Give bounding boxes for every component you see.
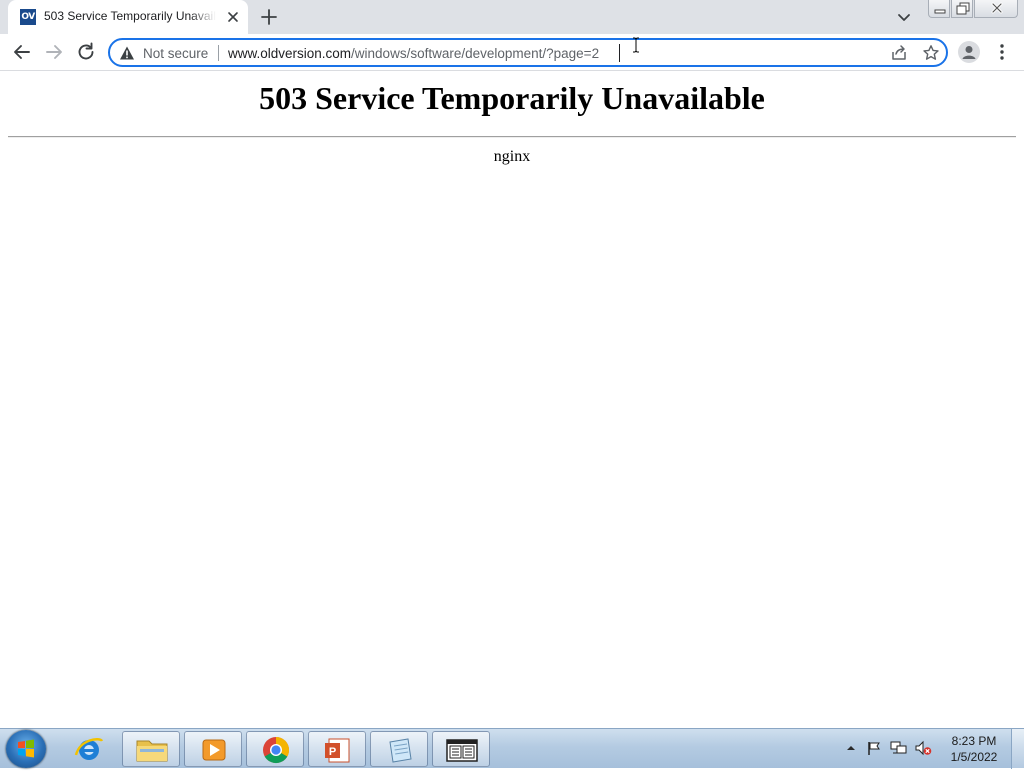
error-heading: 503 Service Temporarily Unavailable xyxy=(259,80,765,116)
action-center-flag-icon[interactable] xyxy=(866,740,882,756)
start-button[interactable] xyxy=(6,730,46,768)
clock-time: 8:23 PM xyxy=(951,734,997,748)
server-signature: nginx xyxy=(493,148,531,165)
show-desktop-button[interactable] xyxy=(1011,729,1024,769)
url-host: www.oldversion.com xyxy=(228,46,352,61)
web-page: 503 Service Temporarily Unavailable ngin… xyxy=(0,72,1024,728)
new-tab-button[interactable] xyxy=(258,6,280,28)
browser-tab-active[interactable]: OV 503 Service Temporarily Unavailable xyxy=(8,0,248,34)
close-window-button[interactable] xyxy=(974,0,1018,18)
windows-taskbar: P 8:23 PM 1/5/2022 xyxy=(0,728,1024,769)
profile-avatar-button[interactable] xyxy=(958,41,980,63)
kebab-menu-icon[interactable] xyxy=(994,41,1010,63)
url-path: /windows/software/development/?page=2 xyxy=(351,46,600,61)
network-icon[interactable] xyxy=(890,740,908,756)
taskbar-remote-desktop[interactable] xyxy=(432,731,490,767)
volume-muted-icon[interactable] xyxy=(914,740,932,756)
media-player-icon xyxy=(202,739,226,761)
close-icon xyxy=(991,2,1003,14)
powerpoint-icon: P xyxy=(325,738,350,763)
notepad-icon xyxy=(389,738,412,763)
browser-toolbar: Not secure www.oldversion.com/windows/so… xyxy=(0,34,1024,71)
tab-search-chevron-icon[interactable] xyxy=(893,7,915,27)
forward-button[interactable] xyxy=(42,40,66,64)
text-caret xyxy=(619,44,620,62)
restore-button[interactable] xyxy=(951,0,973,18)
taskbar-powerpoint[interactable]: P xyxy=(308,731,366,767)
clock-date: 1/5/2022 xyxy=(950,750,998,764)
show-hidden-icons-icon[interactable] xyxy=(846,743,856,753)
warning-triangle-icon[interactable] xyxy=(119,45,135,61)
share-icon[interactable] xyxy=(890,44,908,62)
windows-logo-icon xyxy=(18,739,34,758)
window-app-icon xyxy=(446,739,478,762)
address-bar[interactable]: Not secure www.oldversion.com/windows/so… xyxy=(108,38,948,67)
taskbar-media-player[interactable] xyxy=(184,731,242,767)
horizontal-rule xyxy=(8,136,1016,138)
taskbar-clock[interactable]: 8:23 PM 1/5/2022 xyxy=(934,733,1014,765)
taskbar-notepad[interactable] xyxy=(370,731,428,767)
minimize-icon xyxy=(934,9,946,14)
taskbar-file-explorer[interactable] xyxy=(122,731,180,767)
minimize-button[interactable] xyxy=(928,0,950,18)
omnibox-divider xyxy=(218,45,219,61)
back-button[interactable] xyxy=(10,40,34,64)
url-text[interactable]: www.oldversion.com/windows/software/deve… xyxy=(228,46,599,61)
reload-button[interactable] xyxy=(74,40,98,64)
taskbar-internet-explorer[interactable] xyxy=(66,731,112,767)
chrome-icon xyxy=(263,736,290,764)
tab-close-icon[interactable] xyxy=(224,8,242,26)
restore-icon xyxy=(956,2,970,15)
tab-title: 503 Service Temporarily Unavailable xyxy=(44,9,216,23)
site-favicon-icon: OV xyxy=(20,9,36,25)
bookmark-star-icon[interactable] xyxy=(922,44,940,62)
browser-tab-strip: OV 503 Service Temporarily Unavailable xyxy=(0,0,1024,34)
svg-text:P: P xyxy=(329,746,336,758)
text-cursor-icon xyxy=(633,37,639,53)
taskbar-chrome[interactable] xyxy=(246,731,304,767)
person-icon xyxy=(962,46,976,59)
security-label[interactable]: Not secure xyxy=(143,46,208,61)
internet-explorer-icon xyxy=(74,738,104,760)
folder-icon xyxy=(136,740,168,762)
